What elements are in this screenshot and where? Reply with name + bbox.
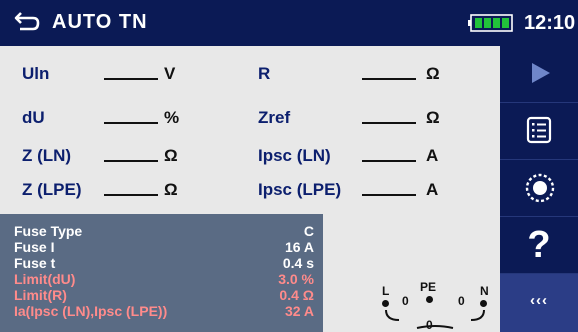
info-row-fuse-type: Fuse Type C: [14, 223, 314, 239]
value-placeholder: [362, 122, 416, 124]
param-label: Uln: [22, 64, 50, 83]
param-unit: V: [164, 64, 176, 83]
list-icon: [526, 116, 552, 144]
info-value: 3.0 %: [278, 271, 314, 287]
info-key: Limit(R): [14, 287, 67, 303]
value-placeholder: [362, 194, 416, 196]
terminal-label-n: N: [480, 284, 489, 298]
terminal-diagram: L PE N 0 0 0: [323, 214, 500, 332]
auto-tn-screen: AUTO TN 12:10 Uln V dU % Z (LN) Ω Z (LPE…: [0, 0, 578, 332]
result-parameters: Uln V dU % Z (LN) Ω Z (LPE) Ω R Ω Zref Ω…: [0, 46, 500, 214]
param-label: Ipsc (LPE): [258, 180, 342, 199]
param-label: R: [258, 64, 271, 83]
sidebar: ? ‹‹‹: [500, 46, 578, 332]
page-title: AUTO TN: [52, 11, 148, 33]
param-unit: %: [164, 108, 180, 127]
start-test-button[interactable]: [500, 46, 578, 103]
param-unit: Ω: [426, 64, 440, 83]
param-du: dU %: [22, 108, 232, 138]
info-row-ia: Ia(Ipsc (LN),Ipsc (LPE)) 32 A: [14, 303, 314, 319]
calibration-target-icon: [525, 173, 555, 203]
play-icon: [532, 63, 550, 83]
param-zref: Zref Ω: [258, 108, 458, 138]
info-value: 32 A: [284, 303, 314, 319]
collapse-arrows-icon: ‹‹‹: [530, 292, 548, 309]
value-placeholder: [104, 194, 158, 196]
param-ipsc-ln: Ipsc (LN) A: [258, 146, 458, 176]
param-z-lpe: Z (LPE) Ω: [22, 180, 232, 210]
info-value: 0.4 Ω: [279, 287, 314, 303]
calibration-button[interactable]: [500, 160, 578, 217]
info-row-fuse-i: Fuse I 16 A: [14, 239, 314, 255]
terminal-dot-pe: [426, 296, 433, 303]
info-key: Fuse I: [14, 239, 55, 255]
info-key: Ia(Ipsc (LN),Ipsc (LPE)): [14, 303, 168, 319]
info-value: C: [303, 223, 314, 239]
param-label: Z (LN): [22, 146, 72, 165]
info-key: Limit(dU): [14, 271, 76, 287]
more-options-button[interactable]: ‹‹‹: [500, 274, 578, 332]
help-button[interactable]: ?: [500, 217, 578, 274]
parameters-button[interactable]: [500, 103, 578, 160]
info-row-limit-r: Limit(R) 0.4 Ω: [14, 287, 314, 303]
battery-icon: [468, 14, 513, 32]
param-label: Z (LPE): [22, 180, 82, 199]
param-unit: Ω: [164, 146, 178, 165]
value-placeholder: [362, 160, 416, 162]
value-placeholder: [104, 78, 158, 80]
param-r: R Ω: [258, 64, 458, 94]
info-key: Fuse t: [14, 255, 56, 271]
info-key: Fuse Type: [14, 223, 83, 239]
info-row-fuse-t: Fuse t 0.4 s: [14, 255, 314, 271]
param-unit: A: [426, 180, 439, 199]
param-uln: Uln V: [22, 64, 232, 94]
info-value: 16 A: [284, 239, 314, 255]
value-placeholder: [104, 160, 158, 162]
param-label: Zref: [258, 108, 291, 127]
param-unit: Ω: [164, 180, 178, 199]
param-ipsc-lpe: Ipsc (LPE) A: [258, 180, 458, 210]
terminal-label-l: L: [382, 284, 390, 298]
terminal-label-pe: PE: [420, 280, 437, 294]
header-bar: AUTO TN 12:10: [0, 0, 578, 46]
param-z-ln: Z (LN) Ω: [22, 146, 232, 176]
back-arrow-icon[interactable]: [14, 10, 40, 32]
param-unit: Ω: [426, 108, 440, 127]
param-label: dU: [22, 108, 45, 127]
info-value: 0.4 s: [282, 255, 314, 271]
value-placeholder: [362, 78, 416, 80]
value-placeholder: [104, 122, 158, 124]
fuse-limits-panel: Fuse Type C Fuse I 16 A Fuse t 0.4 s Lim…: [0, 214, 323, 332]
terminal-connection-arc: [385, 309, 485, 329]
info-row-limit-du: Limit(dU) 3.0 %: [14, 271, 314, 287]
help-icon: ?: [527, 224, 551, 266]
param-label: Ipsc (LN): [258, 146, 331, 165]
clock-time: 12:10: [524, 12, 576, 34]
param-unit: A: [426, 146, 439, 165]
